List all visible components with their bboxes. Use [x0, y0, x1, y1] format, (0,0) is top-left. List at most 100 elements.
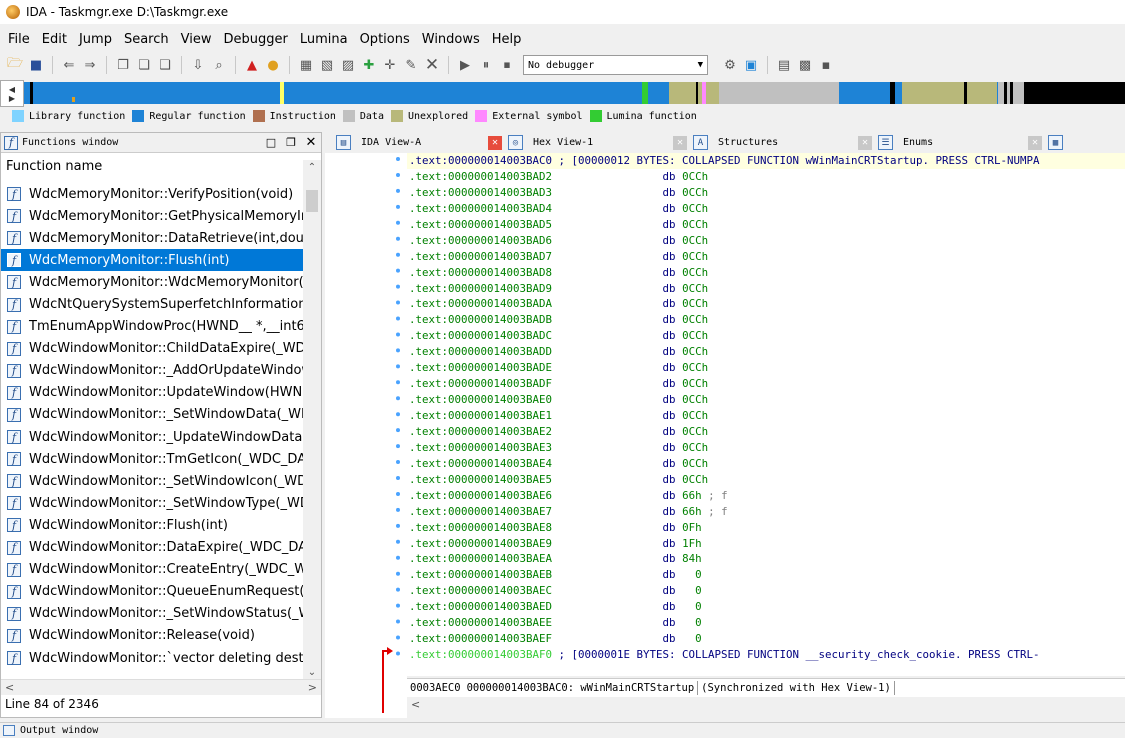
tab-ida-view-a[interactable]: ▤ IDA View-A ✕: [330, 132, 502, 153]
back-arrow-icon[interactable]: ⇐: [60, 56, 78, 74]
code-line[interactable]: .text:000000014003BADB db 0CCh: [407, 312, 1125, 328]
play-icon[interactable]: ▶: [456, 56, 474, 74]
function-list-item[interactable]: f WdcNtQuerySystemSuperfetchInformation(_…: [1, 293, 303, 315]
delete-icon[interactable]: ✕: [423, 55, 441, 75]
code-line[interactable]: .text:000000014003BAEB db 0: [407, 567, 1125, 583]
process-icon[interactable]: ▤: [775, 56, 793, 74]
stop-icon[interactable]: ⏹: [498, 56, 516, 74]
menu-debugger[interactable]: Debugger: [217, 32, 293, 47]
attach-icon[interactable]: ▣: [742, 56, 760, 74]
function-list-item[interactable]: f WdcMemoryMonitor::GetPhysicalMemoryInfo: [1, 205, 303, 227]
menu-search[interactable]: Search: [118, 32, 175, 47]
function-list-item[interactable]: f WdcWindowMonitor::CreateEntry(_WDC_WIN: [1, 559, 303, 581]
tab-structures[interactable]: A Structures ✕: [687, 132, 872, 153]
binary-search-icon[interactable]: ❑: [156, 56, 174, 74]
function-list-item[interactable]: f WdcWindowMonitor::_AddOrUpdateWindow: [1, 360, 303, 382]
code-line[interactable]: .text:000000014003BAE9 db 1Fh: [407, 536, 1125, 552]
menu-options[interactable]: Options: [354, 32, 416, 47]
function-list-item[interactable]: f WdcMemoryMonitor::VerifyPosition(void): [1, 183, 303, 205]
code-line[interactable]: .text:000000014003BAE7 db 66h ; f: [407, 504, 1125, 520]
tab-close-icon[interactable]: ✕: [488, 135, 502, 150]
code-icon[interactable]: ▦: [297, 56, 315, 74]
code-line[interactable]: .text:000000014003BADA db 0CCh: [407, 296, 1125, 312]
function-list-item[interactable]: f TmEnumAppWindowProc(HWND__ *,__int64): [1, 316, 303, 338]
debugger-options-icon[interactable]: ⚙: [721, 56, 739, 74]
code-line[interactable]: .text:000000014003BAEE db 0: [407, 615, 1125, 631]
function-name-column-header[interactable]: Function name: [1, 153, 321, 179]
forward-arrow-icon[interactable]: ⇒: [81, 56, 99, 74]
function-list-item[interactable]: f WdcWindowMonitor::UpdateWindow(HWND: [1, 382, 303, 404]
function-list-item[interactable]: f WdcWindowMonitor::Release(void): [1, 625, 303, 647]
menu-file[interactable]: File: [2, 32, 36, 47]
code-line[interactable]: .text:000000014003BAE6 db 66h ; f: [407, 488, 1125, 504]
scroll-right-icon[interactable]: >: [308, 681, 317, 694]
code-line[interactable]: .text:000000014003BAED db 0: [407, 599, 1125, 615]
menu-view[interactable]: View: [175, 32, 218, 47]
functions-vertical-scrollbar[interactable]: ⌃ ⌄: [303, 160, 321, 680]
code-line[interactable]: .text:000000014003BAE2 db 0CCh: [407, 424, 1125, 440]
menu-help[interactable]: Help: [486, 32, 528, 47]
navigation-strip[interactable]: [24, 82, 1125, 104]
code-line[interactable]: .text:000000014003BAD9 db 0CCh: [407, 281, 1125, 297]
function-list-item[interactable]: f WdcWindowMonitor::QueueEnumRequest(vo: [1, 581, 303, 603]
search-icon[interactable]: ⌕: [210, 56, 228, 74]
function-list-item[interactable]: f WdcWindowMonitor::TmGetIcon(_WDC_DAT/: [1, 448, 303, 470]
function-list-item[interactable]: f WdcWindowMonitor::Flush(int): [1, 514, 303, 536]
functions-horizontal-scrollbar[interactable]: < >: [1, 679, 321, 695]
code-line[interactable]: .text:000000014003BADE db 0CCh: [407, 360, 1125, 376]
function-list-item[interactable]: f WdcWindowMonitor::_UpdateWindowData(_\: [1, 426, 303, 448]
edit-icon[interactable]: ✎: [402, 56, 420, 74]
menu-jump[interactable]: Jump: [73, 32, 118, 47]
save-icon[interactable]: ■: [27, 56, 45, 74]
function-list-item[interactable]: f WdcWindowMonitor::`vector deleting dest…: [1, 647, 303, 669]
nav-left-arrow-icon[interactable]: ◀: [9, 85, 15, 94]
tab-close-icon[interactable]: ✕: [1028, 135, 1042, 150]
scroll-left-icon[interactable]: <: [411, 698, 420, 711]
tab-enums[interactable]: ☰ Enums ✕: [872, 132, 1042, 153]
pause-icon[interactable]: ⏸: [477, 56, 495, 74]
breakpoint-icon[interactable]: ▩: [796, 56, 814, 74]
code-line[interactable]: .text:000000014003BAEF db 0: [407, 631, 1125, 647]
code-line[interactable]: .text:000000014003BAD6 db 0CCh: [407, 233, 1125, 249]
copy-icon[interactable]: ❐: [114, 56, 132, 74]
function-list-item[interactable]: f WdcWindowMonitor::DataExpire(_WDC_DAT/: [1, 537, 303, 559]
scroll-up-icon[interactable]: ⌃: [303, 162, 321, 173]
jump-icon[interactable]: ⇩: [189, 56, 207, 74]
function-list-item[interactable]: f WdcWindowMonitor::ChildDataExpire(_WDC_: [1, 338, 303, 360]
maximize-icon[interactable]: □: [261, 136, 281, 149]
function-list-item[interactable]: f WdcWindowMonitor::_SetWindowIcon(_WDC: [1, 470, 303, 492]
tab-more[interactable]: ▦: [1042, 132, 1073, 153]
tab-close-icon[interactable]: ✕: [858, 135, 872, 150]
open-folder-icon[interactable]: 🗁: [6, 56, 24, 74]
collapsed-function-line[interactable]: .text:000000014003BAF0 ; [0000001E BYTES…: [407, 647, 1125, 663]
code-line[interactable]: .text:000000014003BAE8 db 0Fh: [407, 520, 1125, 536]
code-line[interactable]: .text:000000014003BAD7 db 0CCh: [407, 249, 1125, 265]
nav-band-scroll[interactable]: ◀ ▶: [0, 80, 24, 107]
debugger-select[interactable]: No debugger ▼: [523, 55, 708, 75]
disassembly-view[interactable]: .text:000000014003BAC0 ; [00000012 BYTES…: [407, 153, 1125, 676]
close-icon[interactable]: ✕: [301, 135, 321, 150]
disassembly-horizontal-scrollbar[interactable]: <: [407, 698, 1125, 715]
code-line[interactable]: .text:000000014003BAE3 db 0CCh: [407, 440, 1125, 456]
restore-icon[interactable]: ❐: [281, 136, 301, 149]
string-icon[interactable]: ▨: [339, 56, 357, 74]
tab-close-icon[interactable]: ✕: [673, 135, 687, 150]
menu-lumina[interactable]: Lumina: [294, 32, 354, 47]
tracing-icon[interactable]: ▪: [817, 56, 835, 74]
function-list-item[interactable]: f WdcWindowMonitor::_SetWindowStatus(_WD: [1, 603, 303, 625]
menu-windows[interactable]: Windows: [416, 32, 486, 47]
function-list-item[interactable]: f WdcMemoryMonitor::WdcMemoryMonitor(T: [1, 271, 303, 293]
nav-right-arrow-icon[interactable]: ▶: [9, 94, 15, 103]
code-line[interactable]: .text:000000014003BAEA db 84h: [407, 551, 1125, 567]
code-line[interactable]: .text:000000014003BAEC db 0: [407, 583, 1125, 599]
function-list-item[interactable]: f WdcWindowMonitor::_SetWindowType(_WDC: [1, 492, 303, 514]
function-list-item[interactable]: f WdcWindowMonitor::_SetWindowData(_WDC: [1, 404, 303, 426]
code-line[interactable]: .text:000000014003BAE1 db 0CCh: [407, 408, 1125, 424]
code-line[interactable]: .text:000000014003BADC db 0CCh: [407, 328, 1125, 344]
paste-icon[interactable]: ❏: [135, 56, 153, 74]
scrollbar-thumb[interactable]: [306, 190, 318, 212]
output-window-bar[interactable]: Output window: [0, 722, 1125, 738]
code-line[interactable]: .text:000000014003BAD4 db 0CCh: [407, 201, 1125, 217]
code-line[interactable]: .text:000000014003BAD8 db 0CCh: [407, 265, 1125, 281]
alert-icon[interactable]: ▲: [243, 56, 261, 74]
